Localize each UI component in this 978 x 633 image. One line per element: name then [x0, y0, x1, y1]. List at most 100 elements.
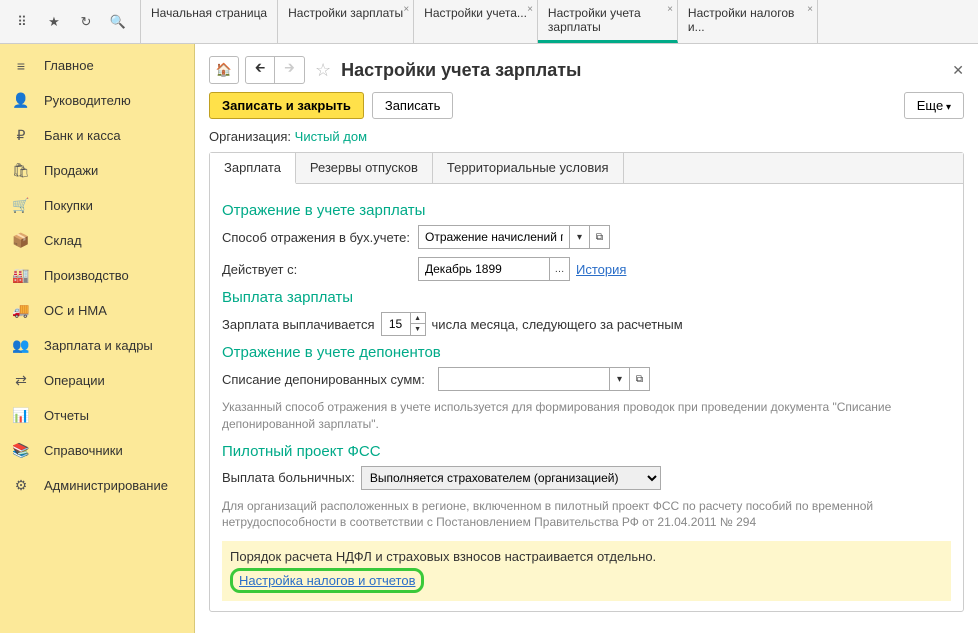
- sidebar-icon: 🚚: [12, 302, 30, 319]
- favorite-icon[interactable]: ☆: [315, 60, 331, 81]
- sidebar-icon: ₽: [12, 127, 30, 144]
- sidebar-item[interactable]: ⇄Операции: [0, 363, 194, 398]
- settings-panel: ЗарплатаРезервы отпусковТерриториальные …: [209, 152, 964, 612]
- window-tab[interactable]: Настройки зарплаты×: [278, 0, 414, 43]
- writeoff-label: Списание депонированных сумм:: [222, 372, 432, 387]
- sidebar-item[interactable]: 🛍Продажи: [0, 153, 194, 188]
- sidebar-item[interactable]: 👤 Руководителю: [0, 83, 194, 118]
- sidebar-item[interactable]: ⚙Администрирование: [0, 468, 194, 503]
- action-bar: Записать и закрыть Записать Еще: [209, 92, 964, 119]
- page-title: Настройки учета зарплаты: [341, 60, 581, 81]
- tab-close-icon[interactable]: ×: [403, 4, 409, 15]
- sidebar-icon: 👤: [12, 92, 30, 109]
- window-tab[interactable]: Настройки учета...×: [414, 0, 538, 43]
- tax-settings-link[interactable]: Настройка налогов и отчетов: [239, 573, 415, 588]
- top-bar: ⠿ ★ ↻ 🔍 Начальная страницаНастройки зарп…: [0, 0, 978, 44]
- sidebar-label: Банк и касса: [44, 128, 121, 143]
- sidebar-item[interactable]: ₽ Банк и касса: [0, 118, 194, 153]
- sidebar-label: Операции: [44, 373, 105, 388]
- sidebar-label: Склад: [44, 233, 82, 248]
- forward-button[interactable]: 🡲: [275, 56, 305, 84]
- sidebar-icon: 🏭: [12, 267, 30, 284]
- window-tab[interactable]: Начальная страница: [141, 0, 278, 43]
- sidebar-item[interactable]: ≡Главное: [0, 48, 194, 83]
- writeoff-input[interactable]: [439, 368, 609, 390]
- save-close-button[interactable]: Записать и закрыть: [209, 92, 364, 119]
- sickleave-select[interactable]: Выполняется страхователем (организацией): [361, 466, 661, 490]
- search-icon[interactable]: 🔍: [104, 8, 132, 36]
- writeoff-hint: Указанный способ отражения в учете испол…: [222, 399, 951, 433]
- ellipsis-icon[interactable]: …: [549, 258, 569, 280]
- sidebar-item[interactable]: 📦 Склад: [0, 223, 194, 258]
- sidebar-icon: 📦: [12, 232, 30, 249]
- org-value: Чистый дом: [295, 129, 367, 144]
- apps-icon[interactable]: ⠿: [8, 8, 36, 36]
- payroll-day-label: Зарплата выплачивается: [222, 317, 375, 332]
- effective-from-input[interactable]: [419, 258, 549, 280]
- more-button[interactable]: Еще: [904, 92, 964, 119]
- organization-row: Организация: Чистый дом: [209, 129, 964, 144]
- tab-close-icon[interactable]: ×: [527, 4, 533, 15]
- sidebar: ≡Главное 👤 Руководителю ₽ Банк и касса 🛍Прода…: [0, 44, 195, 633]
- panel-tab[interactable]: Территориальные условия: [433, 153, 624, 183]
- highlight-box: Порядок расчета НДФЛ и страховых взносов…: [222, 541, 951, 601]
- spinner-up-icon[interactable]: ▲: [411, 313, 425, 324]
- sidebar-icon: 🛒: [12, 197, 30, 214]
- sidebar-label: Продажи: [44, 163, 98, 178]
- reflection-method-input[interactable]: [419, 226, 569, 248]
- star-icon[interactable]: ★: [40, 8, 68, 36]
- history-link[interactable]: История: [576, 262, 626, 277]
- panel-tab[interactable]: Зарплата: [210, 153, 296, 184]
- sidebar-item[interactable]: 🛒 Покупки: [0, 188, 194, 223]
- sidebar-item[interactable]: 👥Зарплата и кадры: [0, 328, 194, 363]
- sidebar-item[interactable]: 🏭 Производство: [0, 258, 194, 293]
- sidebar-icon: 📊: [12, 407, 30, 424]
- back-button[interactable]: 🡰: [245, 56, 275, 84]
- open-icon[interactable]: ⧉: [589, 226, 609, 248]
- sidebar-label: Справочники: [44, 443, 123, 458]
- payroll-day-suffix: числа месяца, следующего за расчетным: [432, 317, 683, 332]
- sidebar-label: Зарплата и кадры: [44, 338, 153, 353]
- sidebar-item[interactable]: 📚 Справочники: [0, 433, 194, 468]
- tab-close-icon[interactable]: ×: [807, 4, 813, 15]
- writeoff-select[interactable]: ▾ ⧉: [438, 367, 650, 391]
- sidebar-label: Отчеты: [44, 408, 89, 423]
- section-payroll-reflection: Отражение в учете зарплаты: [222, 202, 951, 219]
- toolbar-icons: ⠿ ★ ↻ 🔍: [0, 0, 141, 43]
- sidebar-icon: 📚: [12, 442, 30, 459]
- sidebar-label: Производство: [44, 268, 129, 283]
- payroll-day-spinner[interactable]: ▲ ▼: [381, 312, 426, 336]
- sidebar-label: ОС и НМА: [44, 303, 107, 318]
- panel-tabs: ЗарплатаРезервы отпусковТерриториальные …: [210, 153, 963, 184]
- open-icon[interactable]: ⧉: [629, 368, 649, 390]
- sickleave-label: Выплата больничных:: [222, 470, 355, 485]
- sidebar-item[interactable]: 📊 Отчеты: [0, 398, 194, 433]
- content-area: 🏠 🡰 🡲 ☆ Настройки учета зарплаты ✕ Запис…: [195, 44, 978, 633]
- window-tab[interactable]: Настройки налогов и...×: [678, 0, 818, 43]
- sidebar-item[interactable]: 🚚 ОС и НМА: [0, 293, 194, 328]
- save-button[interactable]: Записать: [372, 92, 454, 119]
- close-icon[interactable]: ✕: [952, 62, 964, 79]
- section-payroll-payment: Выплата зарплаты: [222, 289, 951, 306]
- dropdown-icon[interactable]: ▾: [609, 368, 629, 390]
- section-fss: Пилотный проект ФСС: [222, 443, 951, 460]
- section-deponents: Отражение в учете депонентов: [222, 344, 951, 361]
- sidebar-icon: ⚙: [12, 477, 30, 494]
- home-button[interactable]: 🏠: [209, 56, 239, 84]
- window-tab[interactable]: Настройки учета зарплаты×: [538, 0, 678, 43]
- payroll-day-input[interactable]: [382, 313, 410, 335]
- org-label: Организация:: [209, 129, 291, 144]
- spinner-down-icon[interactable]: ▼: [411, 324, 425, 335]
- sidebar-label: Покупки: [44, 198, 93, 213]
- dropdown-icon[interactable]: ▾: [569, 226, 589, 248]
- sidebar-label: Руководителю: [44, 93, 131, 108]
- history-icon[interactable]: ↻: [72, 8, 100, 36]
- reflection-method-label: Способ отражения в бух.учете:: [222, 230, 412, 245]
- panel-body: Отражение в учете зарплаты Способ отраже…: [210, 184, 963, 611]
- window-tabs: Начальная страницаНастройки зарплаты×Нас…: [141, 0, 978, 43]
- tab-close-icon[interactable]: ×: [667, 4, 673, 15]
- effective-from-input-group[interactable]: …: [418, 257, 570, 281]
- reflection-method-select[interactable]: ▾ ⧉: [418, 225, 610, 249]
- panel-tab[interactable]: Резервы отпусков: [296, 153, 433, 183]
- sidebar-label: Главное: [44, 58, 94, 73]
